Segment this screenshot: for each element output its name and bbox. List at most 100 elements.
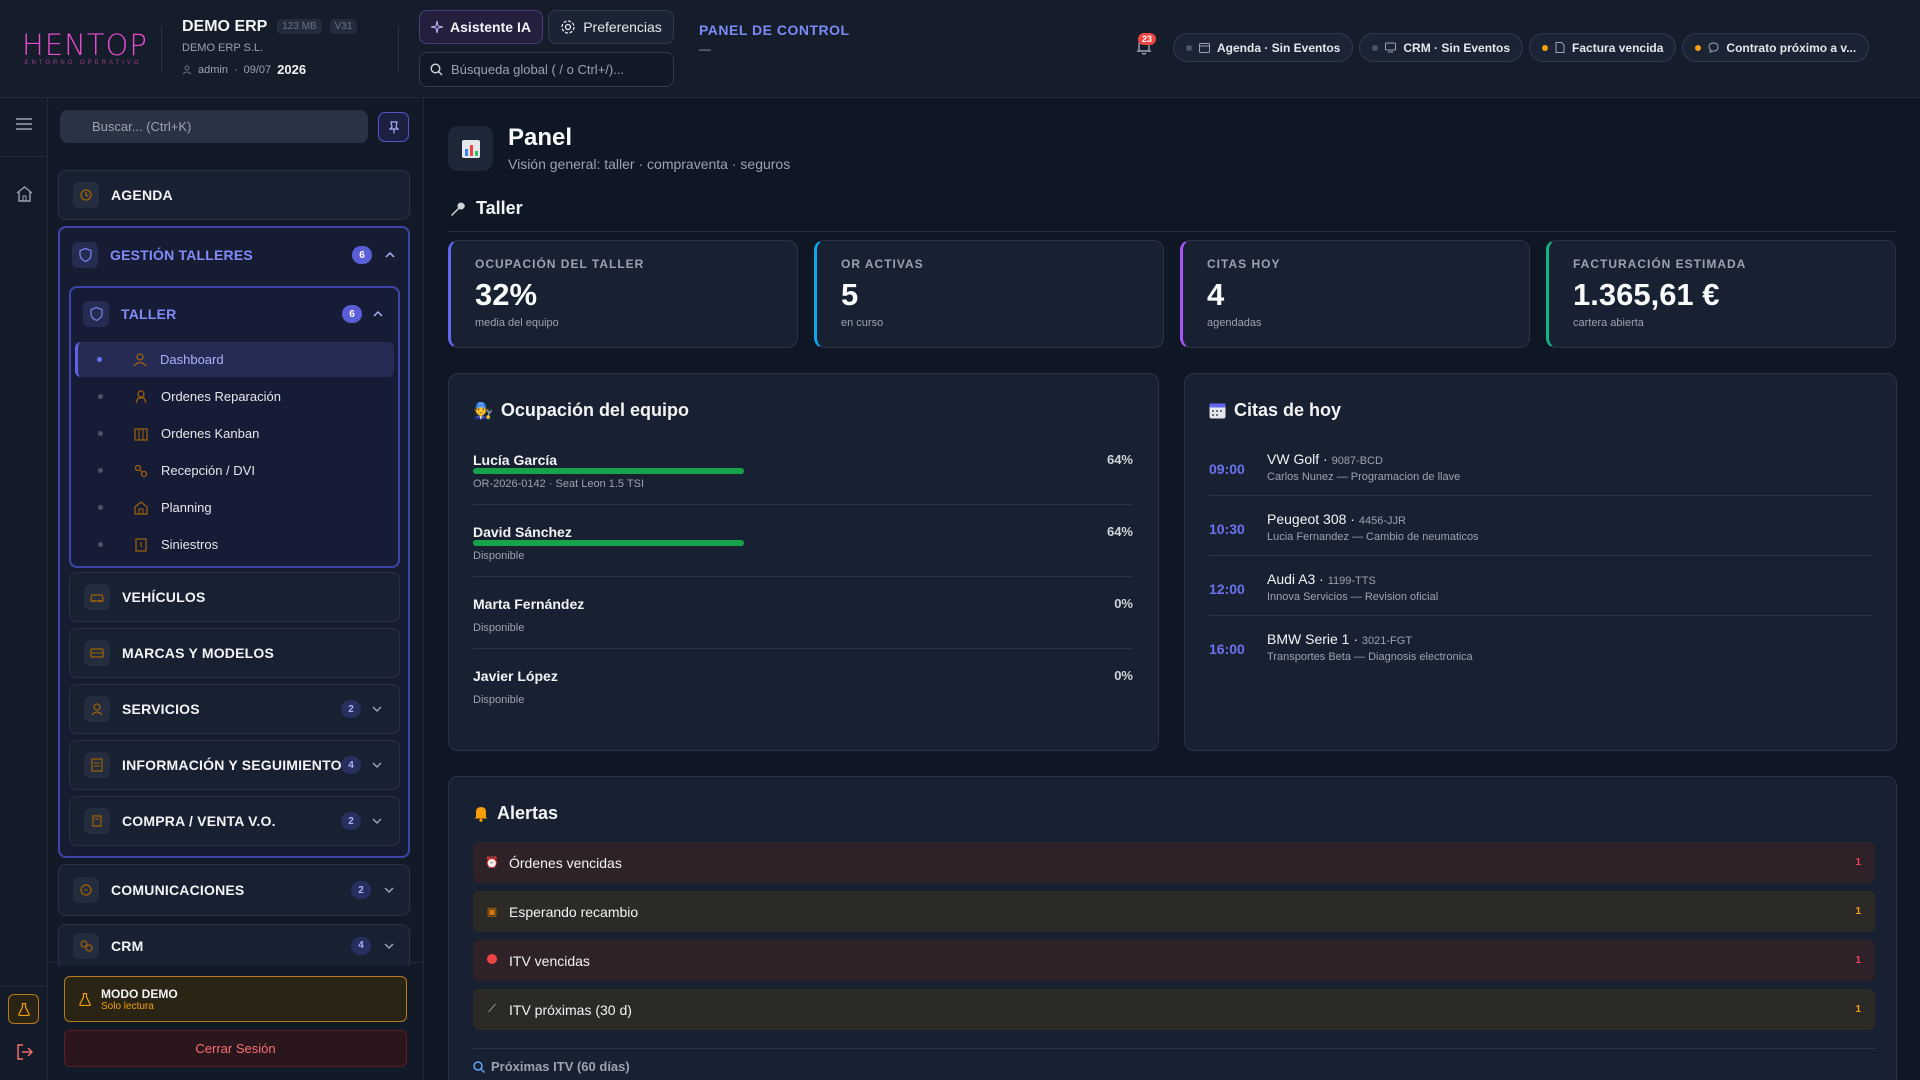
global-search-input[interactable]: [451, 62, 661, 77]
team-member-row[interactable]: Lucía García 64% OR-2026-0142 · Seat Leo…: [473, 452, 1133, 524]
section-divider: [448, 231, 1897, 232]
page-subtitle: Visión general: taller · compraventa · s…: [508, 156, 791, 172]
chip-label: CRM · Sin Eventos: [1403, 40, 1511, 55]
appointment-time: 12:00: [1209, 581, 1245, 597]
sidebar-item-comunicaciones[interactable]: COMUNICACIONES 2: [58, 864, 410, 916]
alarm-icon: ⏰: [485, 857, 499, 869]
sidebar-subitem-planning[interactable]: Planning: [76, 490, 394, 525]
sidebar-search[interactable]: [60, 110, 368, 143]
alert-row-esperando-recambio[interactable]: ▣ Esperando recambio 1: [473, 891, 1875, 932]
preferences-button[interactable]: Preferencias: [548, 10, 674, 44]
appointment-row[interactable]: 16:00 BMW Serie 1 · 3021-FGT Transportes…: [1209, 631, 1872, 691]
ai-assistant-label: Asistente IA: [450, 19, 531, 35]
team-member-row[interactable]: Marta Fernández 0% Disponible: [473, 596, 1133, 668]
appointment-vehicle: Audi A3 · 1199-TTS: [1267, 571, 1376, 587]
appointment-row[interactable]: 10:30 Peugeot 308 · 4456-JJR Lucia Ferna…: [1209, 511, 1872, 571]
sidebar-subitem-ordenes-kanban[interactable]: Ordenes Kanban: [76, 416, 394, 451]
alert-row-ordenes-vencidas[interactable]: ⏰ Órdenes vencidas 1: [473, 842, 1875, 883]
sidebar-subitem-dashboard[interactable]: Dashboard: [75, 342, 394, 377]
bullet: [98, 394, 103, 399]
appointment-row[interactable]: 12:00 Audi A3 · 1199-TTS Innova Servicio…: [1209, 571, 1872, 631]
alert-row-itv-vencidas[interactable]: ITV vencidas 1: [473, 940, 1875, 981]
appointment-row[interactable]: 09:00 VW Golf · 9087-BCD Carlos Nunez — …: [1209, 451, 1872, 511]
flask-icon: [79, 992, 91, 1006]
company-legal-name: DEMO ERP S.L.: [182, 42, 264, 54]
sidebar-item-label: AGENDA: [111, 187, 173, 203]
brand-logo[interactable]: HENTOP ENTORNO OPERATIVO: [22, 30, 147, 68]
card-title: Citas de hoy: [1209, 400, 1341, 421]
team-member-row[interactable]: Javier López 0% Disponible: [473, 668, 1133, 740]
row-divider: [1209, 495, 1872, 496]
member-name: Javier López: [473, 668, 558, 684]
hamburger-menu-icon[interactable]: [12, 112, 36, 136]
team-member-row[interactable]: David Sánchez 64% Disponible: [473, 524, 1133, 596]
row-divider: [473, 504, 1133, 505]
trade-icon: [84, 808, 110, 834]
sidebar-item-servicios[interactable]: SERVICIOS 2: [69, 684, 400, 734]
user-name: admin: [198, 63, 228, 76]
kpi-card-or-activas[interactable]: OR ACTIVAS 5 en curso: [814, 240, 1164, 348]
chip-label: Contrato próximo a v...: [1726, 40, 1857, 55]
sidebar-item-marcas-modelos[interactable]: MARCAS Y MODELOS: [69, 628, 400, 678]
sidebar-item-label: VEHÍCULOS: [122, 589, 206, 605]
sidebar-item-compra-venta[interactable]: COMPRA / VENTA V.O. 2: [69, 796, 400, 846]
appointment-description: Lucia Fernandez — Cambio de neumaticos: [1267, 531, 1479, 543]
next-itv-heading[interactable]: Próximas ITV (60 días): [473, 1059, 630, 1074]
header-divider: [398, 26, 399, 72]
logout-button[interactable]: Cerrar Sesión: [64, 1030, 407, 1067]
chip-crm[interactable]: CRM · Sin Eventos: [1359, 33, 1524, 62]
kpi-card-ocupacion[interactable]: OCUPACIÓN DEL TALLER 32% media del equip…: [448, 240, 798, 348]
chip-agenda[interactable]: Agenda · Sin Eventos: [1173, 33, 1354, 62]
kpi-card-facturacion[interactable]: FACTURACIÓN ESTIMADA 1.365,61 € cartera …: [1546, 240, 1896, 348]
sidebar-item-crm[interactable]: CRM 4: [58, 924, 410, 966]
sidebar-item-taller[interactable]: TALLER 6: [69, 288, 400, 340]
sidebar-subitem-siniestros[interactable]: Siniestros: [76, 527, 394, 562]
panel-label[interactable]: PANEL DE CONTROL: [699, 22, 850, 38]
session-date: 09/07: [243, 63, 272, 76]
vehicle-model: Peugeot 308: [1267, 511, 1347, 527]
card-title-text: Alertas: [497, 803, 559, 823]
appointment-description: Transportes Beta — Diagnosis electronica: [1267, 651, 1473, 663]
appointment-description: Carlos Nunez — Programacion de llave: [1267, 471, 1461, 483]
appointment-time: 16:00: [1209, 641, 1245, 657]
mechanic-person-icon: 🧑‍🔧: [473, 402, 493, 420]
count-badge: 4: [351, 936, 371, 955]
count-badge: 6: [342, 305, 362, 323]
count-badge: 2: [341, 812, 361, 830]
company-name: DEMO ERP: [182, 18, 268, 35]
sidebar-item-vehiculos[interactable]: VEHÍCULOS: [69, 572, 400, 622]
sidebar-item-informacion-seguimiento[interactable]: INFORMACIÓN Y SEGUIMIENTO 4: [69, 740, 400, 790]
car-icon: [84, 584, 110, 610]
kpi-card-citas-hoy[interactable]: CITAS HOY 4 agendadas: [1180, 240, 1530, 348]
appointment-vehicle: VW Golf · 9087-BCD: [1267, 451, 1383, 467]
sidebar-subitem-ordenes-reparacion[interactable]: Ordenes Reparación: [76, 379, 394, 414]
alert-row-itv-proximas[interactable]: ⟋ ITV próximas (30 d) 1: [473, 989, 1875, 1030]
demo-flask-icon[interactable]: [8, 994, 39, 1024]
chip-contrato[interactable]: Contrato próximo a v...: [1682, 33, 1870, 62]
sidebar-search-input[interactable]: [92, 119, 268, 134]
alert-count: 1: [1855, 906, 1861, 917]
report-icon: [84, 752, 110, 778]
search-icon: [430, 63, 443, 76]
global-search[interactable]: [419, 52, 674, 87]
next-itv-label: Próximas ITV (60 días): [491, 1059, 630, 1074]
card-title: Alertas: [473, 803, 558, 824]
ai-assistant-button[interactable]: Asistente IA: [419, 10, 543, 44]
home-icon[interactable]: [12, 182, 36, 206]
logout-icon[interactable]: [12, 1040, 36, 1064]
sidebar-item-gestion-talleres[interactable]: GESTIÓN TALLERES 6: [58, 228, 410, 282]
separator-dot: ·: [233, 63, 238, 76]
member-percentage: 64%: [1106, 524, 1133, 539]
sidebar-item-agenda[interactable]: AGENDA: [58, 170, 410, 220]
sparkle-icon: [431, 21, 444, 33]
chip-factura[interactable]: Factura vencida: [1529, 33, 1677, 62]
icon-rail: [0, 98, 48, 1080]
pin-button[interactable]: [378, 112, 409, 142]
header-divider: [161, 26, 162, 72]
occupancy-bar-fill: [473, 468, 744, 474]
sidebar-item-label: COMPRA / VENTA V.O.: [122, 813, 276, 829]
status-dot: [1542, 44, 1549, 51]
bullet: [98, 505, 103, 510]
sidebar-subitem-recepcion-dvi[interactable]: Recepción / DVI: [76, 453, 394, 488]
sidebar-item-label: Ordenes Kanban: [161, 426, 260, 441]
